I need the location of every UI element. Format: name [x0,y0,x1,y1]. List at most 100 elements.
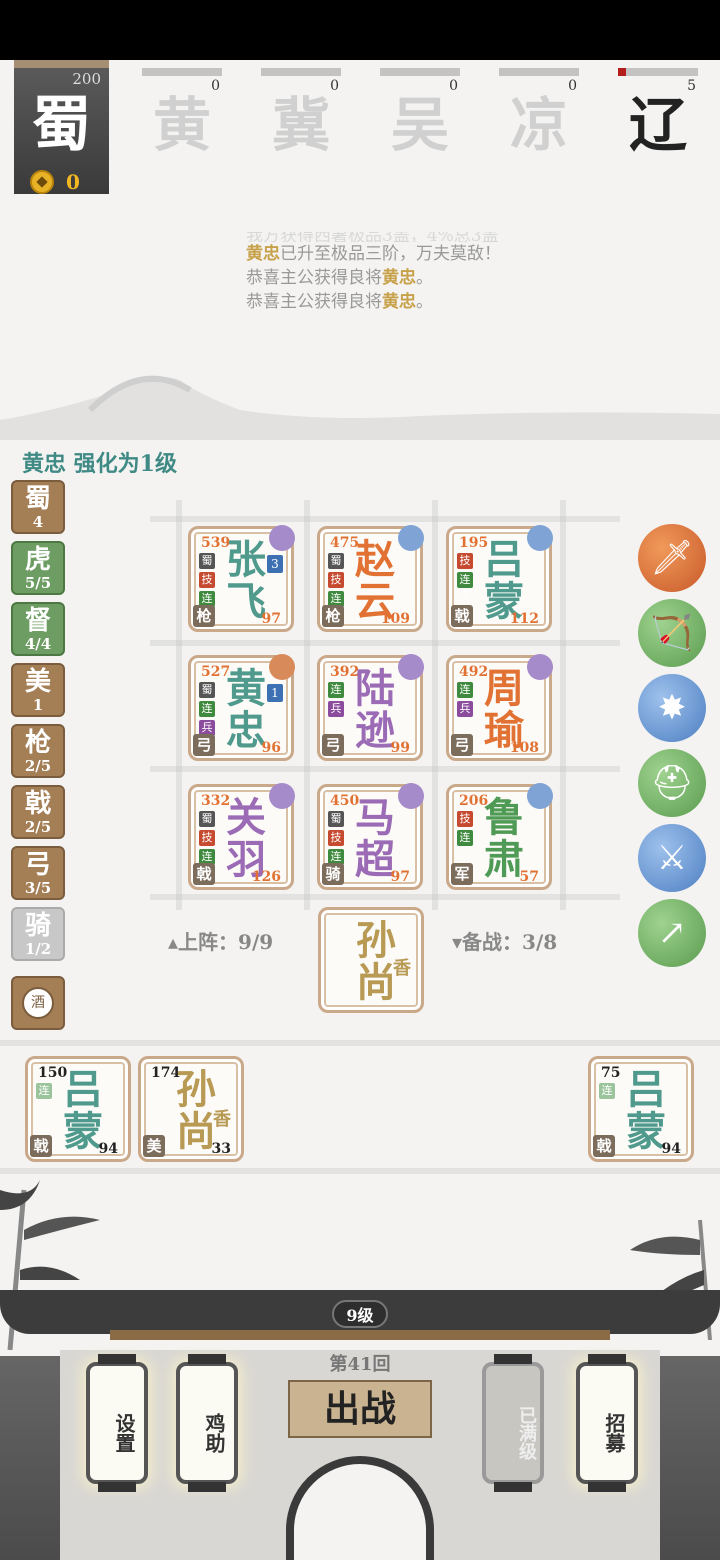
grid-line [150,894,620,900]
spear-icon: ↗ [657,913,687,953]
filter-shu[interactable]: 蜀 4 [11,480,65,534]
hero-name-suffix: 香 [213,1109,231,1130]
faction-liang[interactable]: 0 凉 [499,68,579,178]
filter-count: 3/5 [24,879,52,897]
selected-hero-card[interactable]: 孙尚 香 [318,907,424,1013]
wine-button[interactable]: 酒 [11,976,65,1030]
hero-card-lusu[interactable]: 206 技 连 鲁肃 军 57 [446,783,553,890]
star-badge: 1 [267,684,283,702]
flag-icon [269,654,295,680]
filter-count: 2/5 [24,757,52,775]
tag: 蜀 [199,682,215,698]
sword-icon [398,525,424,551]
log-text: 。 [416,268,433,288]
hero-power: 112 [509,611,539,627]
battle-button[interactable]: 出战 [288,1380,432,1438]
tag: 技 [457,811,473,827]
faction-wu[interactable]: 0 吴 [380,68,460,178]
grid-line [150,766,620,772]
filter-qi[interactable]: 骑 1/2 [11,907,65,961]
bow-skill-button[interactable]: 🏹 [638,599,706,667]
filter-ji[interactable]: 戟 2/5 [11,785,65,839]
bench-card-sunshangxiang[interactable]: 174 孙尚 香 美 33 [138,1056,244,1162]
hero-type: 戟 [593,1135,615,1157]
hero-card-luxun[interactable]: 392 连2 兵 陆逊 弓 99 [317,654,424,761]
hero-type: 军 [451,863,473,885]
max-level-lantern-button[interactable]: 已满级 [482,1354,544,1492]
tag: 蜀 [199,553,215,569]
hero-card-zhangfei[interactable]: 539 蜀 技 连 张飞 3 枪 97 [188,525,295,632]
log-hero: 黄忠 [382,292,416,312]
tag: 技 [457,553,473,569]
tag: 兵 [457,701,473,717]
helmet-skill-button[interactable]: ⛑ [638,749,706,817]
bench-card-lvmeng[interactable]: 150 连 吕蒙 戟 94 [25,1056,131,1162]
filter-label: 骑 [24,911,51,941]
dagger-skill-button[interactable]: 🗡 [638,524,706,592]
filter-count: 1/2 [24,940,52,958]
blade-icon: ⚔ [656,838,688,878]
log-line-faded: 我方获得西暑极品3盖，4%总3盖 [246,232,499,242]
blade-skill-button[interactable]: ⚔ [638,824,706,892]
tag: 技 [199,830,215,846]
filter-mei[interactable]: 美 1 [11,663,65,717]
filter-count: 1 [32,696,44,714]
settings-lantern-button[interactable]: 设置 [86,1354,148,1492]
faction-shu[interactable]: 200 蜀 0 [14,60,109,194]
faction-liao[interactable]: 5 辽 [618,68,698,178]
log-text: 恭喜主公获得良将 [246,292,382,312]
hero-tags: 蜀 技 连 [199,553,215,607]
tag: 连 [199,701,215,717]
hero-card-guanyu[interactable]: 332 蜀 技 连 关羽 戟 126 [188,783,295,890]
filter-gong[interactable]: 弓 3/5 [11,846,65,900]
hero-tags: 连 [599,1083,615,1099]
faction-huang[interactable]: 0 黄 [142,68,222,178]
tag: 蜀 [199,811,215,827]
grid-line [150,640,620,646]
faction-name: 冀 [271,91,330,159]
filter-sidebar: 蜀 4 虎 5/5 督 4/4 美 1 枪 2/5 戟 2/5 弓 3/5 骑 … [11,480,65,968]
hero-card-zhaoyun[interactable]: 475 蜀 技 连 赵云 枪 109 [317,525,424,632]
burst-skill-button[interactable]: ✸ [638,674,706,742]
faction-progress-bar [261,68,341,76]
coin-icon [30,170,54,194]
faction-ji[interactable]: 0 冀 [261,68,341,178]
filter-count: 2/5 [24,818,52,836]
faction-name: 黄 [152,91,211,159]
hero-power: 99 [390,740,410,756]
lantern-label: 鸡助 [202,1413,226,1453]
recruit-lantern-button[interactable]: 招募 [576,1354,638,1492]
hero-card-machao[interactable]: 450 蜀 技 连 马超 骑 97 [317,783,424,890]
faction-name: 吴 [390,91,449,159]
filter-label: 美 [24,667,51,697]
onfield-count[interactable]: ▴上阵：9/9 [168,926,273,955]
hero-type: 弓 [451,734,473,756]
faction-score: 200 [72,70,101,88]
tag: 技 [328,830,344,846]
hero-type: 弓 [322,734,344,756]
faction-name: 辽 [628,91,687,159]
spear-skill-button[interactable]: ↗ [638,899,706,967]
hero-card-lvmeng[interactable]: 195 技 连2 吕蒙 戟 112 [446,525,553,632]
filter-hu[interactable]: 虎 5/5 [11,541,65,595]
hero-tags: 技 连2 [457,553,473,602]
bench-card-lvmeng-2[interactable]: 75 连 吕蒙 戟 94 [588,1056,694,1162]
round-counter: 第41回 [329,1354,391,1375]
reserve-count[interactable]: ▾备战：3/8 [452,926,557,955]
sword-icon [398,783,424,809]
log-text: 已升至极品三阶，万夫莫敌！ [280,244,501,264]
hero-power: 109 [380,611,410,627]
chicken-assist-lantern-button[interactable]: 鸡助 [176,1354,238,1492]
tag: 技 [199,572,215,588]
hero-type: 枪 [193,605,215,627]
tag: 连 [36,1083,52,1099]
filter-qiang[interactable]: 枪 2/5 [11,724,65,778]
hero-card-huangzhong[interactable]: 527 蜀 连 兵 黄忠 1 弓 96 [188,654,295,761]
lantern-label: 设置 [112,1413,136,1453]
filter-du[interactable]: 督 4/4 [11,602,65,656]
hero-card-zhouyu[interactable]: 492 连 兵 周瑜 弓 108 [446,654,553,761]
hero-tags: 蜀 技 连 [199,811,215,865]
coin-counter: 0 [30,170,80,194]
filter-label: 枪 [24,728,51,758]
tag: 蜀 [328,811,344,827]
